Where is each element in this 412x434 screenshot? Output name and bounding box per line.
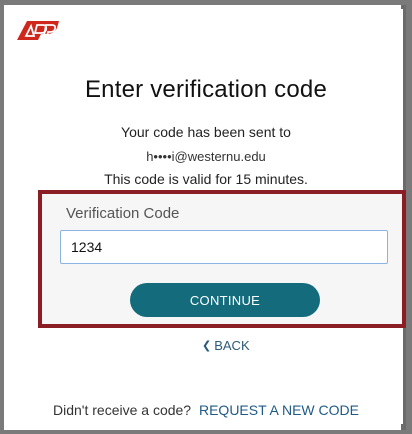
continue-button[interactable]: CONTINUE (130, 283, 320, 317)
adp-logo (17, 21, 59, 40)
back-link[interactable]: ❮ BACK (202, 338, 250, 353)
footer-prompt: Didn't receive a code? (53, 402, 192, 418)
verification-code-label: Verification Code (66, 205, 180, 222)
footer: Didn't receive a code? REQUEST A NEW COD… (0, 402, 412, 418)
validity-text: This code is valid for 15 minutes. (104, 171, 308, 187)
sent-to-text: Your code has been sent to (121, 124, 291, 140)
page-title: Enter verification code (84, 76, 328, 103)
chevron-left-icon: ❮ (202, 340, 212, 352)
verification-code-input[interactable] (60, 230, 388, 264)
back-label: BACK (214, 338, 250, 353)
masked-email: h••••i@westernu.edu (146, 149, 266, 164)
request-new-code-link[interactable]: REQUEST A NEW CODE (199, 402, 359, 418)
